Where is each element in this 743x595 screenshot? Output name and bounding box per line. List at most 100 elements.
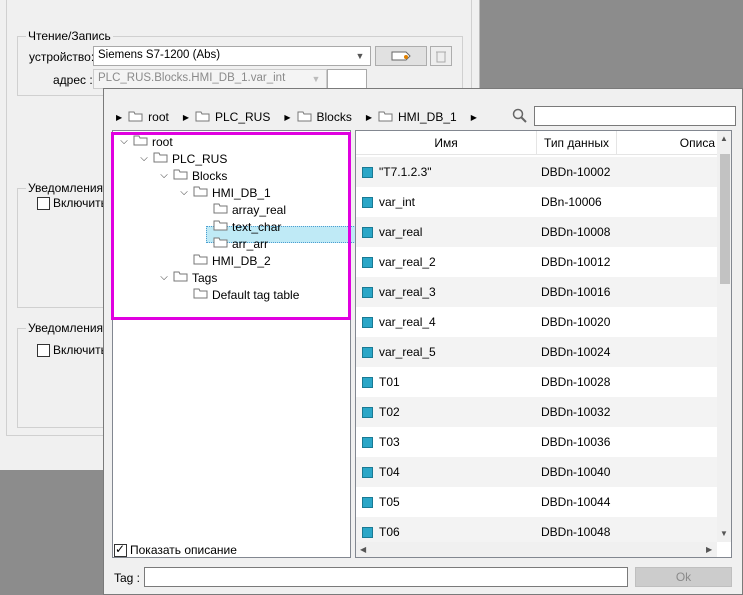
address-extra-input[interactable] <box>327 69 367 89</box>
tag-name: T04 <box>379 465 400 479</box>
tag-name: var_real <box>379 225 423 239</box>
list-item[interactable]: T04 DBDn-10040 <box>356 457 717 487</box>
list-item[interactable]: var_real DBDn-10008 <box>356 217 717 247</box>
tag-icon <box>362 196 373 208</box>
chevron-right-icon: ▶ <box>284 112 291 122</box>
checkbox-box[interactable] <box>114 542 127 557</box>
list-item[interactable]: var_real_4 DBDn-10020 <box>356 307 717 337</box>
tag-icon <box>362 526 373 538</box>
horizontal-scrollbar[interactable]: ◀ ▶ <box>356 542 717 557</box>
tag-type: DBn-10006 <box>541 195 602 209</box>
notify-group-title: Уведомления <box>26 181 106 195</box>
tag-icon <box>362 166 373 178</box>
tag-name: var_real_2 <box>379 255 436 269</box>
tag-type: DBDn-10036 <box>541 435 611 449</box>
address-label: адрес : <box>53 73 93 87</box>
tag-type: DBDn-10044 <box>541 495 611 509</box>
notify-enable-label: Включить <box>53 196 107 210</box>
tag-browser-dialog: ▶ root ▶ PLC_RUS ▶ Blocks ▶ HMI_DB_1 ▶ ⌵ root… <box>103 88 743 595</box>
device-select[interactable]: Siemens S7-1200 (Abs) ▼ <box>93 46 371 66</box>
notify-enable-checkbox[interactable]: Включить <box>37 196 107 211</box>
rw-group-title: Чтение/Запись <box>26 29 113 43</box>
search-input[interactable] <box>534 106 736 126</box>
tag-list[interactable]: Имя Тип данных Описа "T7.1.2.3" DBDn-1000… <box>355 130 732 558</box>
tag-name: T05 <box>379 495 400 509</box>
scroll-up-icon[interactable]: ▲ <box>720 134 728 143</box>
address-select[interactable]: PLC_RUS.Blocks.HMI_DB_1.var_int ▼ <box>93 69 327 89</box>
tag-icon <box>362 346 373 358</box>
list-item[interactable]: "T7.1.2.3" DBDn-10002 <box>356 157 717 187</box>
notify2-enable-checkbox[interactable]: Включить <box>37 343 107 358</box>
search-icon <box>512 108 527 123</box>
notify2-enable-label: Включить <box>53 343 107 357</box>
tag-icon <box>362 286 373 298</box>
tag-icon <box>362 406 373 418</box>
list-item[interactable]: var_real_2 DBDn-10012 <box>356 247 717 277</box>
address-value: PLC_RUS.Blocks.HMI_DB_1.var_int <box>98 72 286 84</box>
tag-icon <box>362 376 373 388</box>
tag-icon <box>362 496 373 508</box>
scroll-left-icon[interactable]: ◀ <box>360 545 366 554</box>
ok-button[interactable]: Ok <box>635 567 732 587</box>
tag-icon <box>362 316 373 328</box>
list-item[interactable]: var_int DBn-10006 <box>356 187 717 217</box>
list-item[interactable]: T03 DBDn-10036 <box>356 427 717 457</box>
trash-icon <box>436 51 446 63</box>
tag-icon <box>362 466 373 478</box>
device-label: устройство: <box>29 50 95 64</box>
checkbox-box[interactable] <box>37 344 50 358</box>
scroll-down-icon[interactable]: ▼ <box>720 529 728 538</box>
chevron-right-icon[interactable]: ▶ <box>471 113 477 122</box>
scroll-right-icon[interactable]: ▶ <box>706 545 712 554</box>
chevron-right-icon: ▶ <box>116 112 123 122</box>
breadcrumb: ▶ root ▶ PLC_RUS ▶ Blocks ▶ HMI_DB_1 ▶ <box>116 109 497 125</box>
list-item[interactable]: T01 DBDn-10028 <box>356 367 717 397</box>
breadcrumb-blocks[interactable]: Blocks <box>317 110 352 124</box>
tag-type: DBDn-10048 <box>541 525 611 539</box>
tag-type: DBDn-10028 <box>541 375 611 389</box>
tag-type: DBDn-10002 <box>541 165 611 179</box>
scrollbar-thumb[interactable] <box>720 154 730 284</box>
list-item[interactable]: var_real_5 DBDn-10024 <box>356 337 717 367</box>
tag-input[interactable] <box>144 567 628 587</box>
tag-type: DBDn-10032 <box>541 405 611 419</box>
chevron-down-icon: ▼ <box>311 74 321 84</box>
tag-edit-button[interactable] <box>375 46 427 66</box>
tag-icon <box>391 51 411 61</box>
tag-name: var_int <box>379 195 416 209</box>
device-value: Siemens S7-1200 (Abs) <box>98 49 221 61</box>
tag-name: var_real_4 <box>379 315 436 329</box>
tag-name: T01 <box>379 375 400 389</box>
tag-name: "T7.1.2.3" <box>379 165 432 179</box>
breadcrumb-hmi[interactable]: HMI_DB_1 <box>398 110 457 124</box>
tree-annotation-highlight <box>111 132 351 320</box>
delete-button[interactable] <box>430 46 452 66</box>
chevron-right-icon: ▶ <box>182 112 189 122</box>
show-description-checkbox[interactable]: Показать описание <box>114 542 237 557</box>
folder-icon <box>297 110 312 125</box>
tag-icon <box>362 436 373 448</box>
breadcrumb-plc[interactable]: PLC_RUS <box>215 110 270 124</box>
checkbox-box[interactable] <box>37 197 50 211</box>
column-header-type[interactable]: Тип данных <box>537 131 617 155</box>
folder-icon <box>195 110 210 125</box>
tag-name: var_real_5 <box>379 345 436 359</box>
column-header-name[interactable]: Имя <box>356 131 537 155</box>
tag-name: T03 <box>379 435 400 449</box>
column-header-desc[interactable]: Описа <box>617 131 717 155</box>
list-item[interactable]: T05 DBDn-10044 <box>356 487 717 517</box>
tag-name: T06 <box>379 525 400 539</box>
list-item[interactable]: var_real_3 DBDn-10016 <box>356 277 717 307</box>
breadcrumb-root[interactable]: root <box>148 110 169 124</box>
notify2-group-title: Уведомления о <box>26 321 116 335</box>
list-item[interactable]: T02 DBDn-10032 <box>356 397 717 427</box>
vertical-scrollbar[interactable]: ▲ ▼ <box>717 131 731 542</box>
show-description-label: Показать описание <box>130 543 237 557</box>
list-header: Имя Тип данных Описа <box>356 131 717 155</box>
tag-type: DBDn-10012 <box>541 255 611 269</box>
tag-icon <box>362 226 373 238</box>
chevron-right-icon: ▶ <box>365 112 373 122</box>
tag-name: T02 <box>379 405 400 419</box>
tag-type: DBDn-10024 <box>541 345 611 359</box>
tag-type: DBDn-10040 <box>541 465 611 479</box>
